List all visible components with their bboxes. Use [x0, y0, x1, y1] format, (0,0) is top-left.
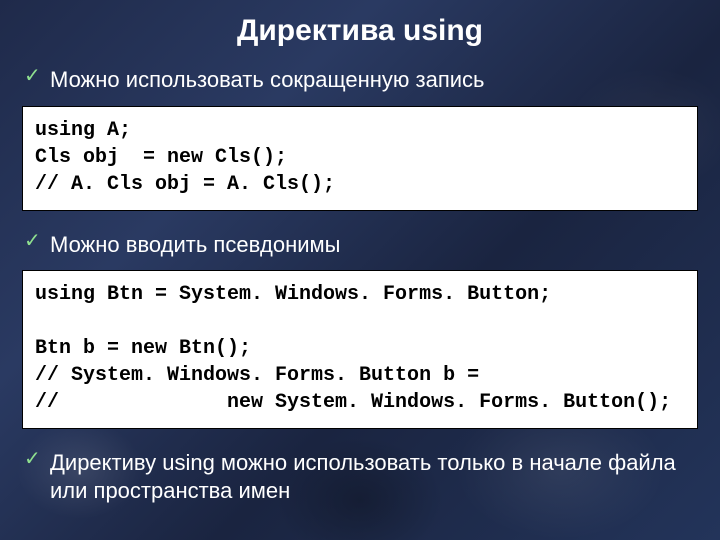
check-icon: ✓ — [24, 66, 42, 84]
bullet-list: ✓ Можно использовать сокращенную запись — [22, 60, 698, 100]
bullet-text: Можно использовать сокращенную запись — [50, 67, 485, 92]
bullet-text: Директиву using можно использовать тольк… — [50, 450, 676, 503]
bullet-item: ✓ Можно вводить псевдонимы — [22, 225, 698, 265]
bullet-item: ✓ Директиву using можно использовать тол… — [22, 443, 698, 510]
check-icon: ✓ — [24, 231, 42, 249]
slide-title: Директива using — [22, 14, 698, 48]
code-block-1: using A; Cls obj = new Cls(); // A. Cls … — [22, 106, 698, 211]
bullet-text: Можно вводить псевдонимы — [50, 232, 340, 257]
bullet-item: ✓ Можно использовать сокращенную запись — [22, 60, 698, 100]
slide-content: Директива using ✓ Можно использовать сок… — [0, 0, 720, 528]
code-block-2: using Btn = System. Windows. Forms. Butt… — [22, 270, 698, 429]
bullet-list: ✓ Директиву using можно использовать тол… — [22, 443, 698, 510]
check-icon: ✓ — [24, 449, 42, 467]
slide: Директива using ✓ Можно использовать сок… — [0, 0, 720, 540]
bullet-list: ✓ Можно вводить псевдонимы — [22, 225, 698, 265]
